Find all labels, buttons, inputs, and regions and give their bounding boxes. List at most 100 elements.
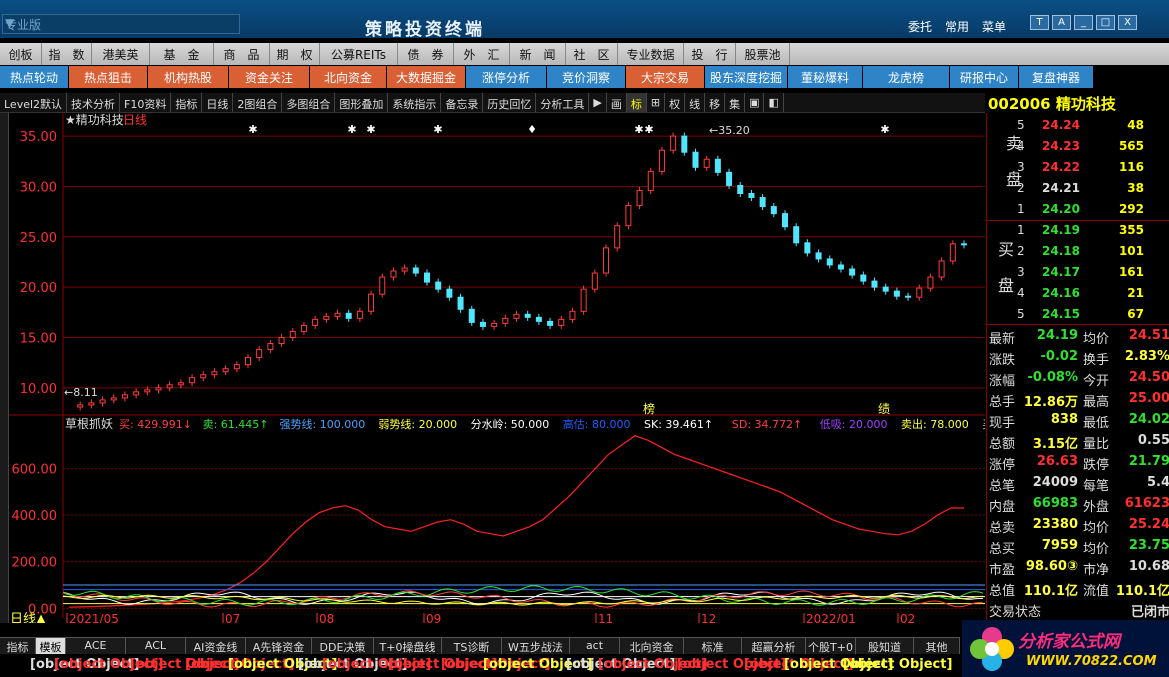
left-side-tabs[interactable] (0, 113, 9, 623)
feature-tab[interactable]: 热点轮动 (0, 66, 68, 88)
menu-common[interactable]: 常用 (945, 18, 969, 35)
x-tick-label: 07 (225, 612, 240, 623)
candle (77, 404, 84, 408)
indicator-tab[interactable]: TS诊断 (442, 638, 502, 654)
candle (457, 296, 464, 310)
market-tab[interactable]: 外 汇 (454, 43, 510, 65)
indicator-tab[interactable]: 超赢分析 (742, 638, 806, 654)
chevron-down-icon[interactable]: ▼ (5, 16, 236, 30)
indicator-tab[interactable]: ACL (126, 638, 186, 654)
feature-tab[interactable]: 热点狙击 (69, 66, 147, 88)
chart-tool-button[interactable]: 历史回忆 (483, 93, 537, 112)
market-tab[interactable]: 基 金 (150, 43, 214, 65)
market-tab[interactable]: 公募REITs (320, 43, 398, 65)
market-tab[interactable]: 投 行 (684, 43, 736, 65)
feature-tab[interactable]: 北向资金 (310, 66, 386, 88)
candle (368, 293, 375, 312)
feature-tab[interactable]: 竞价洞察 (547, 66, 625, 88)
market-tab[interactable]: 股票池 (736, 43, 790, 65)
indicator-tab[interactable]: T+0操盘线 (374, 638, 442, 654)
market-tab[interactable]: 指 数 (42, 43, 92, 65)
feature-tab[interactable]: 复盘神器 (1019, 66, 1093, 88)
candle (435, 281, 442, 290)
market-tab[interactable]: 创板 (0, 43, 42, 65)
indicator-tab[interactable]: ACE (66, 638, 126, 654)
menu-trade[interactable]: 委托 (908, 18, 932, 35)
market-tab[interactable]: 社 区 (566, 43, 618, 65)
indicator-param: 分水岭: 50.000 (471, 417, 550, 431)
chart-tool-button[interactable]: 权 (665, 93, 686, 112)
menu-main[interactable]: 菜单 (982, 18, 1006, 35)
indicator-param: SK: 39.461↑ (644, 418, 713, 431)
chart-tool-button[interactable]: ⊞ (647, 93, 666, 112)
market-tab[interactable]: 港美英 (92, 43, 150, 65)
chart-tool-button[interactable]: 2图组合 (233, 93, 283, 112)
indicator-param: 买: 429.991↓ (119, 418, 192, 431)
market-tab[interactable]: 期 权 (270, 43, 320, 65)
minimize-button[interactable]: _ (1074, 15, 1093, 30)
chart-tool-button[interactable]: ▶ (589, 93, 607, 112)
font-size-button[interactable]: A (1052, 15, 1071, 30)
stat-label: 每笔 (1083, 479, 1110, 494)
chart-tool-button[interactable]: ▣ (745, 93, 765, 112)
chart-tool-button[interactable]: 多图组合 (282, 93, 336, 112)
indicator-tab[interactable]: AI资金线 (186, 638, 246, 654)
chart-tool-button[interactable]: 标 (626, 93, 647, 112)
candle (222, 368, 229, 373)
indicator-tab[interactable]: 个股T+0 (806, 638, 856, 654)
ask-row[interactable]: 5 24.24 48 (987, 116, 1169, 137)
feature-tab[interactable]: 龙虎榜 (863, 66, 949, 88)
feature-tab[interactable]: 资金关注 (229, 66, 309, 88)
stat-value: 25.00 (1128, 391, 1169, 406)
candle (513, 313, 520, 319)
chart-tool-button[interactable]: 日线 (202, 93, 234, 112)
chart-tool-button[interactable]: 技术分析 (67, 93, 121, 112)
indicator-tab[interactable]: act (570, 638, 620, 654)
chart-tool-button[interactable]: 图形叠加 (335, 93, 389, 112)
feature-tab[interactable]: 股东深度挖掘 (705, 66, 787, 88)
text-mode-button[interactable]: T (1030, 15, 1049, 30)
feature-tab[interactable]: 研报中心 (950, 66, 1018, 88)
chart-tool-button[interactable]: 备忘录 (441, 93, 484, 112)
chart-tool-button[interactable]: 集 (725, 93, 746, 112)
high-label: ←35.20 (709, 124, 750, 137)
market-tab[interactable]: 专业数据 (618, 43, 684, 65)
indicator-tab[interactable]: W五步战法 (502, 638, 570, 654)
indicator-tab[interactable]: 指标 (0, 638, 36, 654)
indicator-tab[interactable]: 北向资金 (620, 638, 684, 654)
market-tab[interactable]: 商 品 (214, 43, 270, 65)
stat-label: 均价 (1083, 332, 1110, 347)
candle (938, 260, 945, 278)
chart-tool-button[interactable]: F10资料 (120, 93, 172, 112)
chart-tool-button[interactable]: 指标 (171, 93, 203, 112)
feature-tab[interactable]: 董秘爆料 (788, 66, 862, 88)
market-tab[interactable]: 新 闻 (510, 43, 566, 65)
feature-tab[interactable]: 大宗交易 (626, 66, 704, 88)
chart-tool-button[interactable]: 系统指示 (388, 93, 442, 112)
chart-tool-button[interactable]: 线 (685, 93, 706, 112)
indicator-tab[interactable]: DDE决策 (312, 638, 374, 654)
indicator-tab-bar: 指标 模板 ACE ACL AI资金线 A先锋资金 DDE决策 T+0操盘线 TS诊断 W五步战法… (0, 637, 960, 654)
bid-row[interactable]: 1 24.19 355 (987, 221, 1169, 242)
chart-tool-button[interactable]: 分析工具 (536, 93, 590, 112)
search-input[interactable]: 专业版 ▼ (2, 14, 240, 34)
chart-tool-button[interactable]: Level2默认 (0, 93, 68, 112)
indicator-tab[interactable]: 标准 (684, 638, 742, 654)
close-button[interactable]: X (1118, 15, 1137, 30)
chart-tool-button[interactable]: 画 (607, 93, 627, 112)
indicator-tab[interactable]: 其他 (914, 638, 960, 654)
indicator-tab[interactable]: 股知道 (856, 638, 914, 654)
feature-tab[interactable]: 大数据掘金 (387, 66, 465, 88)
kline-chart[interactable]: 10.0015.0020.0025.0030.0035.00★精功科技 日线✱ ✱ ✱… (9, 113, 985, 623)
maximize-button[interactable]: □ (1096, 15, 1115, 30)
chart-tool-button[interactable]: ◧ (764, 93, 784, 112)
candle (502, 317, 509, 324)
feature-tab[interactable]: 机构热股 (148, 66, 228, 88)
indicator-tab[interactable]: A先锋资金 (246, 638, 312, 654)
indicator-tab[interactable]: 模板 (36, 638, 66, 654)
stat-label: 总买 (989, 542, 1016, 557)
feature-tab[interactable]: 涨停分析 (466, 66, 546, 88)
event-marker-icon: ✱ (634, 123, 643, 136)
chart-tool-button[interactable]: 移 (705, 93, 726, 112)
market-tab[interactable]: 债 券 (398, 43, 454, 65)
